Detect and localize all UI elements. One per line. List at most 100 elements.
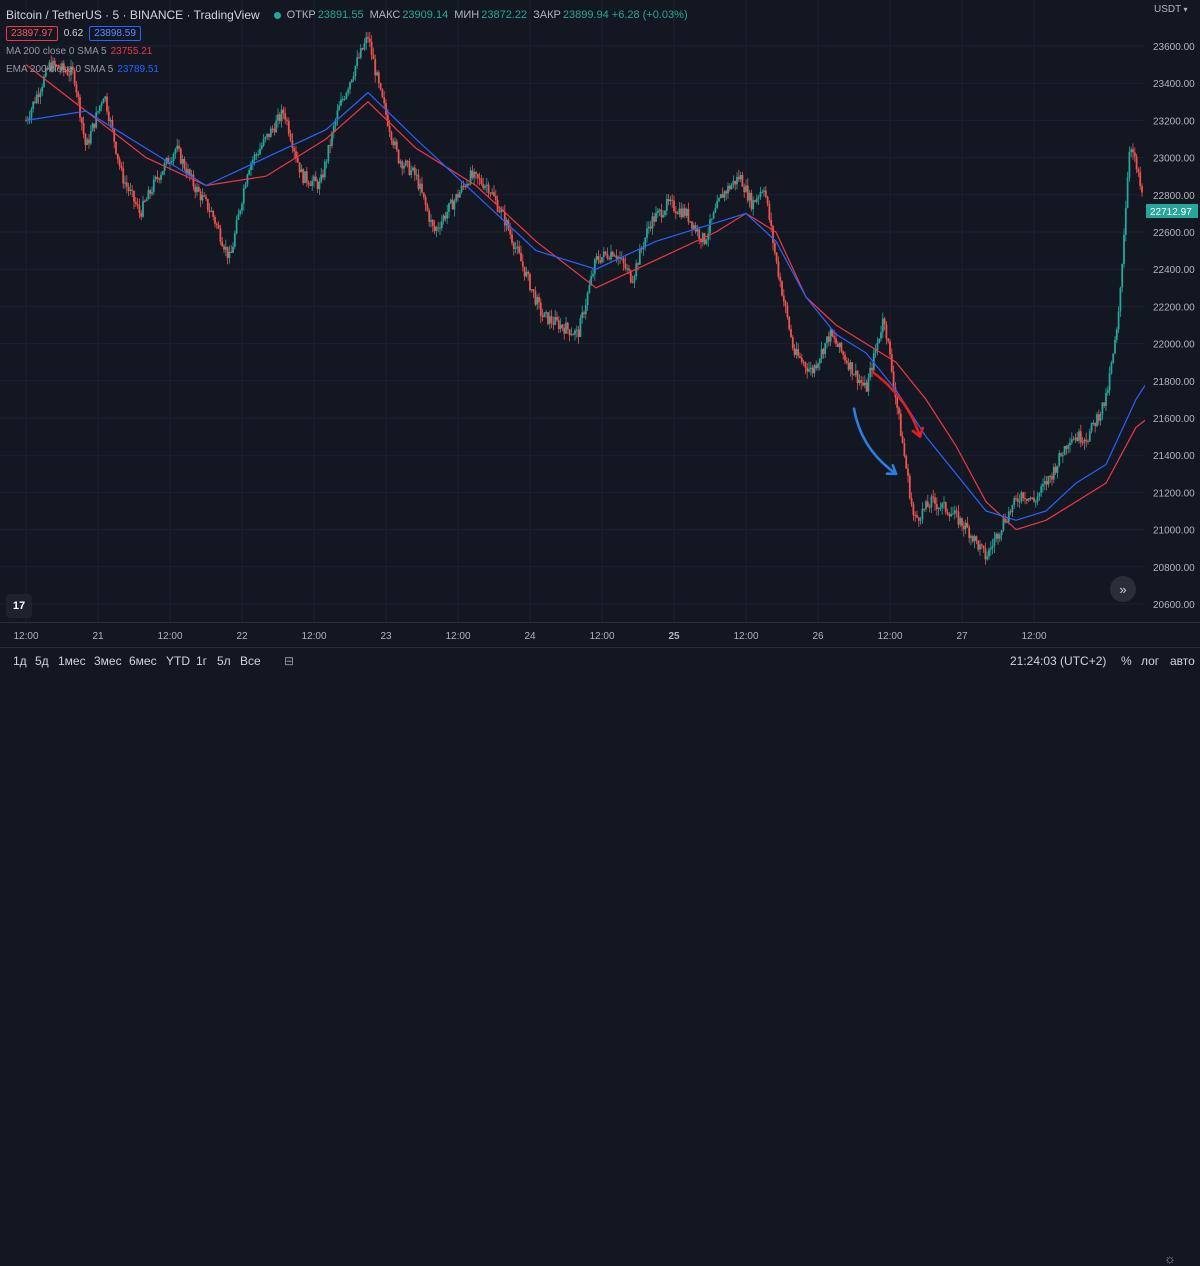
- candle: [280, 104, 283, 128]
- candle: [437, 222, 440, 233]
- candle: [926, 494, 929, 508]
- range-5d-button[interactable]: 5д: [35, 654, 49, 668]
- candle: [739, 171, 742, 182]
- candle: [1106, 386, 1109, 396]
- candle: [815, 360, 818, 371]
- candle: [984, 542, 987, 565]
- candle: [485, 177, 488, 194]
- range-6m-button[interactable]: 6мес: [129, 654, 157, 668]
- log-scale-button[interactable]: лог: [1141, 654, 1159, 668]
- auto-scale-button[interactable]: авто: [1170, 654, 1195, 668]
- candle: [1043, 475, 1046, 491]
- indicator-ema-row[interactable]: EMA 200 close 0 SMA 5 23789.51: [6, 60, 694, 78]
- candle: [617, 255, 620, 266]
- time-tick-label: 12:00: [13, 631, 38, 642]
- time-axis[interactable]: 12:00 21 12:00 22 12:00 23 12:00 24 12:00 25 12:00…: [0, 622, 1200, 1266]
- candle: [241, 201, 243, 215]
- candle: [700, 238, 702, 249]
- candle: [77, 90, 80, 104]
- range-1m-button[interactable]: 1мес: [58, 654, 86, 668]
- candle: [676, 210, 679, 215]
- ma-indicator-name[interactable]: MA 200 close 0 SMA 5: [6, 46, 107, 57]
- candle: [959, 515, 962, 528]
- indicator-lines: [25, 64, 1145, 531]
- buy-button[interactable]: 23898.59: [89, 25, 141, 41]
- price-chart[interactable]: [0, 0, 1145, 622]
- candle: [890, 348, 893, 374]
- candle: [107, 105, 110, 125]
- candle: [919, 516, 922, 525]
- candle: [748, 190, 751, 208]
- ema-indicator-name[interactable]: EMA 200 close 0 SMA 5: [6, 64, 113, 75]
- spread-value: 0.62: [63, 27, 84, 39]
- scroll-to-realtime-icon[interactable]: »: [1110, 576, 1136, 602]
- candle: [547, 312, 549, 326]
- range-5y-button[interactable]: 5л: [217, 654, 231, 668]
- clock-display[interactable]: 21:24:03 (UTC+2): [1010, 654, 1106, 668]
- candle: [953, 505, 956, 520]
- time-tick-label: 12:00: [445, 631, 470, 642]
- symbol-title[interactable]: Bitcoin / TetherUS · 5 · BINANCE · Tradi…: [6, 8, 260, 22]
- candle: [799, 352, 801, 359]
- candle: [808, 361, 810, 373]
- candle: [885, 321, 888, 345]
- candle: [817, 362, 819, 371]
- price-scale[interactable]: 20600.00 20800.00 21000.00 21200.00 21400.00…: [1145, 0, 1200, 622]
- candle: [221, 236, 224, 247]
- candle: [176, 138, 179, 153]
- candle: [206, 198, 209, 213]
- candle: [237, 208, 240, 221]
- candle: [649, 220, 652, 232]
- candle: [34, 96, 36, 105]
- candle: [757, 194, 760, 206]
- candle: [583, 310, 585, 318]
- candle: [669, 195, 672, 206]
- candle: [728, 183, 731, 192]
- tradingview-logo-icon[interactable]: 17: [6, 594, 32, 618]
- candle: [601, 256, 603, 264]
- candle: [838, 342, 841, 354]
- candle: [737, 169, 740, 183]
- candle: [142, 195, 144, 218]
- candle: [1018, 494, 1021, 509]
- candle: [520, 245, 522, 262]
- candle: [847, 358, 850, 372]
- candle: [698, 226, 701, 245]
- candle: [611, 250, 614, 258]
- candle: [467, 182, 470, 187]
- candle: [750, 189, 753, 212]
- candle: [293, 146, 296, 159]
- price-tick-label: 22000.00: [1153, 340, 1195, 351]
- candle: [633, 274, 636, 289]
- range-3m-button[interactable]: 3мес: [94, 654, 122, 668]
- candle: [556, 311, 558, 322]
- range-1d-button[interactable]: 1д: [13, 654, 27, 668]
- candle: [1088, 428, 1091, 442]
- indicator-ma-row[interactable]: MA 200 close 0 SMA 5 23755.21: [6, 42, 694, 60]
- candle: [899, 409, 902, 437]
- candle: [1047, 475, 1050, 488]
- candle: [223, 243, 225, 253]
- candle: [532, 289, 535, 299]
- candle: [134, 196, 137, 207]
- compare-icon[interactable]: ⊟: [284, 654, 294, 668]
- candle: [1054, 463, 1057, 476]
- candle: [1094, 422, 1097, 433]
- range-1y-button[interactable]: 1г: [196, 654, 207, 668]
- ma-line[interactable]: [25, 64, 1145, 531]
- range-ytd-button[interactable]: YTD: [166, 654, 190, 668]
- candle: [732, 175, 735, 189]
- candle: [1070, 432, 1073, 445]
- ma-indicator-value: 23755.21: [110, 45, 153, 57]
- candle: [426, 202, 429, 212]
- time-tick-label: 23: [380, 631, 392, 642]
- candle: [768, 200, 771, 223]
- currency-label[interactable]: USDT: [1154, 4, 1187, 15]
- percent-scale-button[interactable]: %: [1121, 654, 1132, 668]
- candle: [116, 153, 119, 164]
- sell-button[interactable]: 23897.97: [6, 25, 58, 41]
- price-tick-label: 21000.00: [1153, 526, 1195, 537]
- candle: [863, 375, 866, 389]
- gear-icon[interactable]: ☼: [1164, 1251, 1176, 1266]
- range-all-button[interactable]: Все: [240, 654, 261, 668]
